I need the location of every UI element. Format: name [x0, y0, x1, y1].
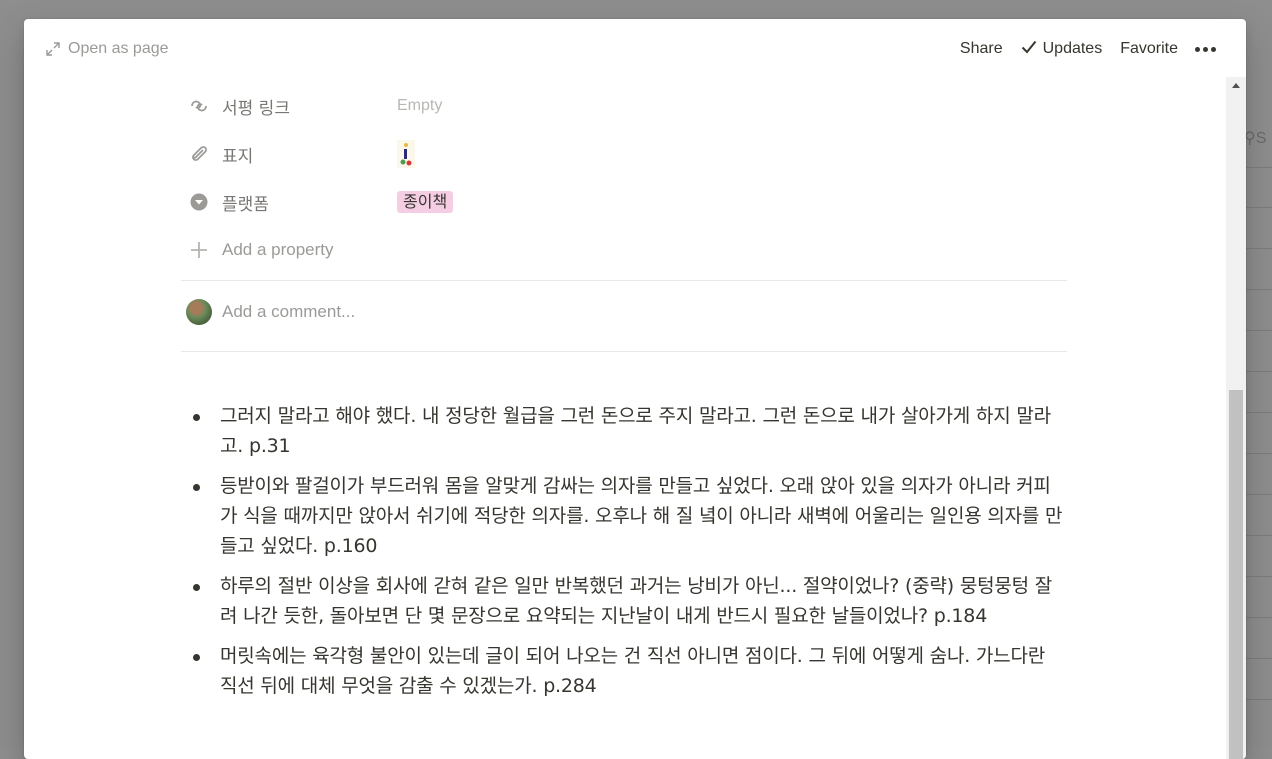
avatar — [186, 299, 212, 325]
property-name: 서평 링크 — [222, 98, 290, 119]
add-property-label: Add a property — [222, 240, 334, 259]
more-options-button[interactable] — [1187, 46, 1246, 52]
background-table-line — [1246, 371, 1272, 372]
vertical-scrollbar[interactable] — [1226, 77, 1246, 759]
list-item[interactable]: 머릿속에는 육각형 불안이 있는데 글이 되어 나오는 건 직선 아니면 점이다… — [191, 641, 1067, 701]
scroll-up-arrow-icon[interactable] — [1232, 83, 1240, 88]
more-dots-icon — [1211, 46, 1216, 52]
background-table-line — [1246, 494, 1272, 495]
share-button[interactable]: Share — [951, 35, 1012, 63]
more-dots-icon — [1203, 46, 1208, 52]
background-table-line — [1246, 699, 1272, 700]
background-table-line — [1246, 453, 1272, 454]
plus-icon — [189, 240, 209, 260]
property-row-review-link[interactable]: 서평 링크 Empty — [181, 89, 1067, 123]
background-table-line — [1246, 535, 1272, 536]
divider — [181, 351, 1067, 352]
add-property-button[interactable]: Add a property — [181, 233, 1067, 267]
list-item[interactable]: 하루의 절반 이상을 회사에 갇혀 같은 일만 반복했던 과거는 낭비가 아닌.… — [191, 571, 1067, 631]
background-table-line — [1246, 207, 1272, 208]
more-dots-icon — [1195, 46, 1200, 52]
list-item[interactable]: 그러지 말라고 해야 했다. 내 정당한 월급을 그런 돈으로 주지 말라고. … — [191, 401, 1067, 461]
paperclip-icon — [189, 144, 209, 164]
platform-tag[interactable]: 종이책 — [397, 191, 454, 213]
topbar-actions: Share Updates Favorite — [951, 35, 1246, 63]
list-item[interactable]: 등받이와 팔걸이가 부드러워 몸을 알맞게 감싸는 의자를 만들고 싶었다. 오… — [191, 471, 1067, 561]
expand-icon — [46, 42, 60, 56]
background-table-line — [1246, 617, 1272, 618]
share-label: Share — [959, 40, 1003, 57]
background-table-line — [1246, 167, 1272, 168]
property-name: 플랫폼 — [222, 194, 269, 215]
background-table-line — [1246, 576, 1272, 577]
scrollbar-thumb[interactable] — [1229, 390, 1243, 759]
background-table-line — [1246, 289, 1272, 290]
modal-topbar: Open as page Share Updates Favorite — [24, 19, 1246, 77]
property-name: 표지 — [222, 146, 254, 167]
divider — [181, 280, 1067, 281]
property-row-platform[interactable]: 플랫폼 종이책 — [181, 185, 1067, 219]
open-as-page-label: Open as page — [68, 40, 169, 57]
updates-label: Updates — [1042, 40, 1103, 57]
cover-thumbnail-image[interactable] — [397, 140, 415, 168]
open-as-page-button[interactable]: Open as page — [46, 37, 169, 61]
page-peek-modal: Open as page Share Updates Favorite 서평 링… — [24, 19, 1246, 759]
review-link-icon — [189, 96, 209, 116]
background-search-text: S — [1255, 130, 1267, 147]
comment-row: Add a comment... — [186, 299, 355, 325]
property-value-empty[interactable]: Empty — [397, 97, 442, 115]
comment-input[interactable]: Add a comment... — [222, 302, 355, 322]
background-table-line — [1246, 248, 1272, 249]
background-table-line — [1246, 658, 1272, 659]
select-icon — [189, 192, 209, 212]
background-table-line — [1246, 412, 1272, 413]
favorite-label: Favorite — [1120, 40, 1178, 57]
property-row-cover[interactable]: 표지 — [181, 137, 1067, 171]
background-table-line — [1246, 330, 1272, 331]
favorite-button[interactable]: Favorite — [1111, 35, 1187, 63]
background-search: ⚲S — [1244, 128, 1266, 148]
bulleted-list: 그러지 말라고 해야 했다. 내 정당한 월급을 그런 돈으로 주지 말라고. … — [191, 401, 1067, 711]
updates-button[interactable]: Updates — [1012, 35, 1112, 63]
checkmark-icon — [1021, 40, 1037, 59]
